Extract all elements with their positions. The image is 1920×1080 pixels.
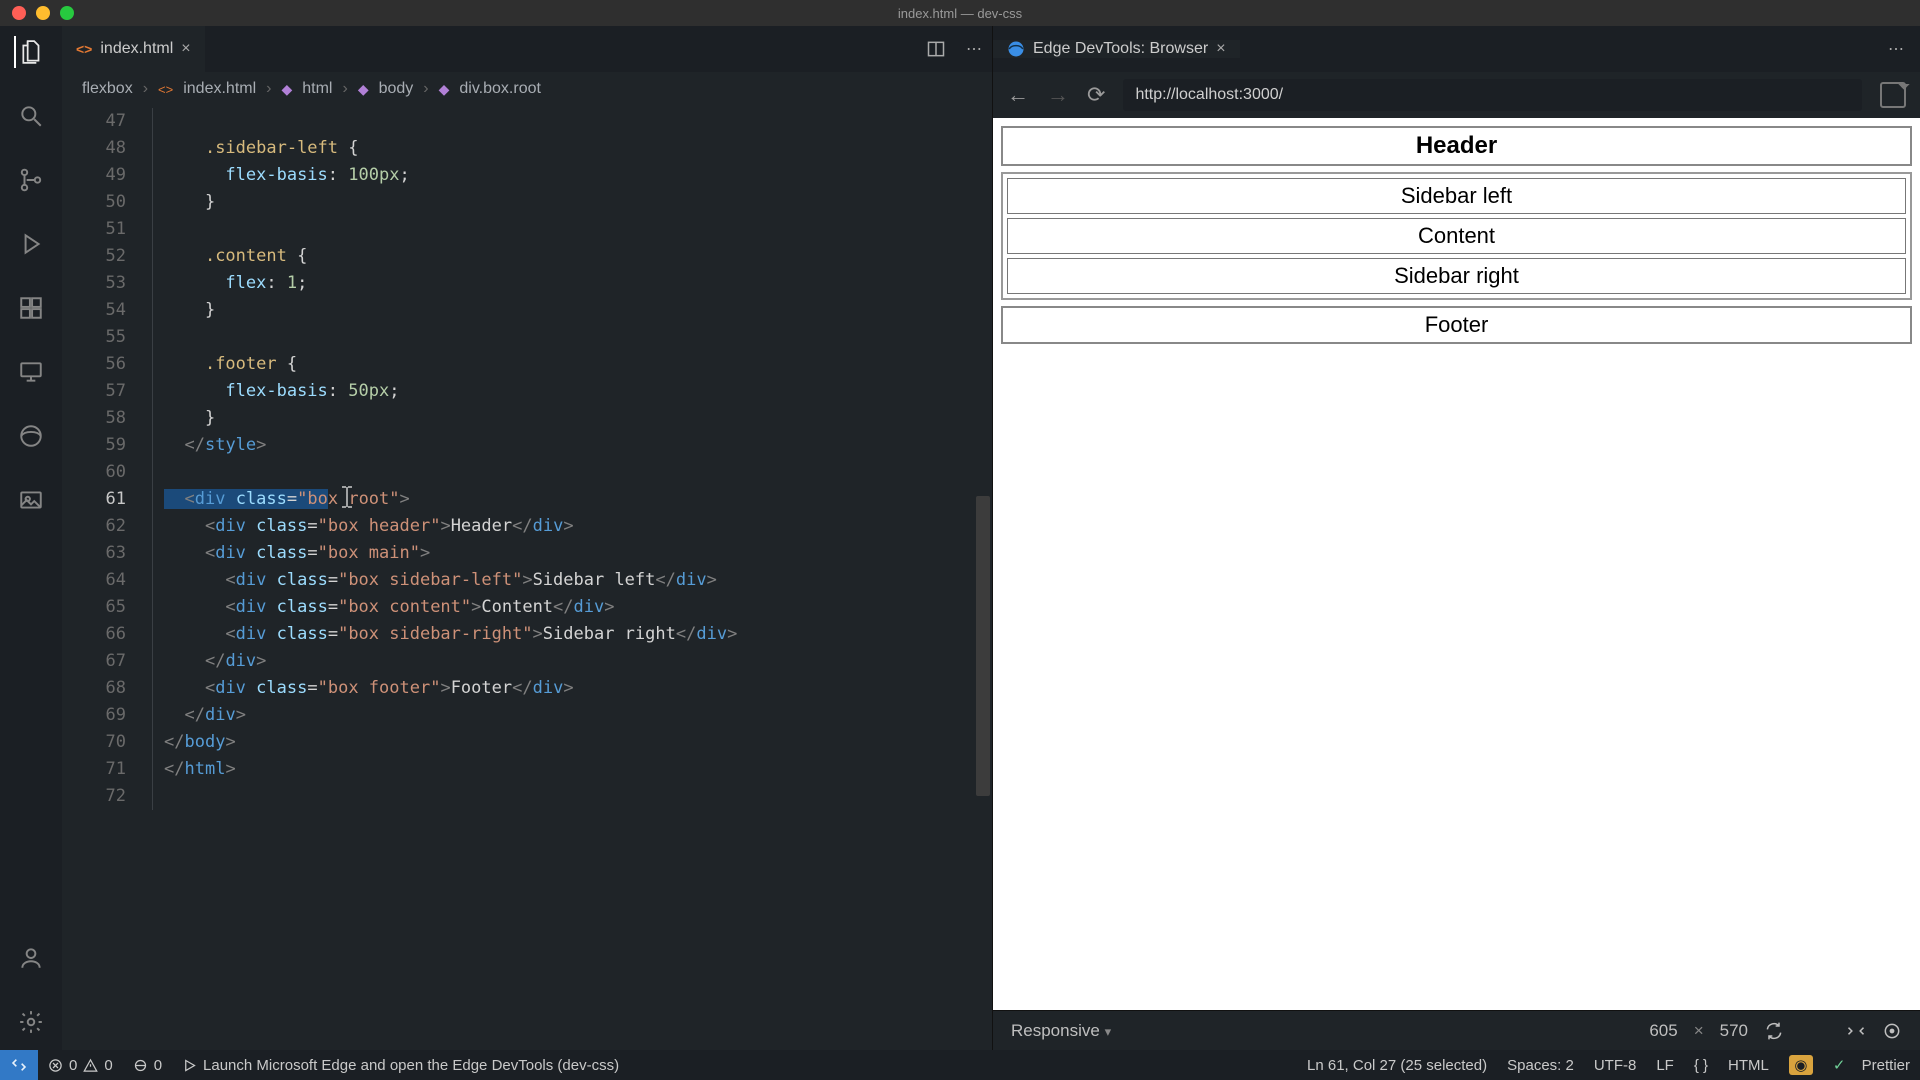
tab-label: index.html — [100, 40, 173, 58]
html-file-icon: <> — [158, 82, 173, 97]
symbol-icon: ◆ — [439, 81, 450, 98]
image-preview-icon[interactable] — [15, 484, 47, 516]
devtools-footer: Responsive ▾ 605 × 570 — [993, 1010, 1920, 1050]
tab-close-icon[interactable]: × — [1216, 40, 1225, 58]
launch-edge-button[interactable]: Launch Microsoft Edge and open the Edge … — [172, 1057, 629, 1074]
files-icon[interactable] — [14, 36, 46, 68]
breadcrumb-symbol[interactable]: html — [302, 80, 332, 98]
ports-count[interactable]: 0 — [123, 1057, 172, 1074]
more-actions-icon[interactable]: ⋯ — [956, 26, 992, 72]
prettier-status[interactable]: ✓ Prettier — [1823, 1056, 1920, 1074]
page-preview: Header Sidebar left Content Sidebar righ… — [993, 118, 1920, 1010]
split-editor-icon[interactable] — [916, 26, 956, 72]
more-actions-icon[interactable]: ⋯ — [1872, 39, 1920, 59]
encoding[interactable]: UTF-8 — [1584, 1057, 1647, 1074]
search-icon[interactable] — [15, 100, 47, 132]
titlebar: index.html — dev-css — [0, 0, 1920, 26]
preview-main: Sidebar left Content Sidebar right — [1001, 172, 1912, 300]
tab-index-html[interactable]: <> index.html × — [62, 26, 205, 72]
settings-gear-icon[interactable] — [15, 1006, 47, 1038]
dimension-x-icon: × — [1694, 1021, 1704, 1041]
breadcrumb-symbol[interactable]: div.box.root — [459, 80, 541, 98]
url-text: http://localhost:3000/ — [1135, 86, 1283, 104]
devtools-tabbar: Edge DevTools: Browser × ⋯ — [993, 26, 1920, 72]
reload-button[interactable]: ⟳ — [1087, 82, 1105, 108]
traffic-zoom[interactable] — [60, 6, 74, 20]
activity-bar — [0, 26, 62, 1050]
preview-content: Content — [1007, 218, 1906, 254]
symbol-icon: ◆ — [358, 81, 369, 98]
text-cursor-icon — [340, 486, 354, 508]
devtools-panel: Edge DevTools: Browser × ⋯ ← → ⟳ http://… — [992, 26, 1920, 1050]
line-gutter: 4748495051525354555657585960616263646566… — [62, 106, 140, 1050]
editor-group: <> index.html × ⋯ flexbox › <> index.htm… — [62, 26, 992, 1050]
edge-tools-icon[interactable] — [15, 420, 47, 452]
edge-icon — [1007, 40, 1025, 58]
html-file-icon: <> — [76, 41, 92, 57]
indent-setting[interactable]: Spaces: 2 — [1497, 1057, 1584, 1074]
chevron-right-icon: › — [143, 80, 148, 98]
tab-edge-devtools[interactable]: Edge DevTools: Browser × — [993, 40, 1240, 58]
rotate-icon[interactable] — [1764, 1021, 1784, 1041]
preview-footer: Footer — [1001, 306, 1912, 344]
symbol-icon: ◆ — [281, 81, 292, 98]
account-icon[interactable] — [15, 942, 47, 974]
chevron-right-icon: › — [423, 80, 428, 98]
editor-tabbar: <> index.html × ⋯ — [62, 26, 992, 72]
preview-header: Header — [1001, 126, 1912, 166]
traffic-close[interactable] — [12, 6, 26, 20]
remote-explorer-icon[interactable] — [15, 356, 47, 388]
remote-indicator[interactable] — [0, 1050, 38, 1080]
code-editor[interactable]: 4748495051525354555657585960616263646566… — [62, 106, 992, 1050]
lang-brackets-icon[interactable]: { } — [1684, 1057, 1718, 1074]
status-bar: 0 0 0 Launch Microsoft Edge and open the… — [0, 1050, 1920, 1080]
source-control-icon[interactable] — [15, 164, 47, 196]
inspect-icon[interactable] — [1882, 1021, 1902, 1041]
open-external-icon[interactable] — [1880, 82, 1906, 108]
chevron-right-icon: › — [266, 80, 271, 98]
preview-sidebar-left: Sidebar left — [1007, 178, 1906, 214]
cursor-position[interactable]: Ln 61, Col 27 (25 selected) — [1297, 1057, 1497, 1074]
url-input[interactable]: http://localhost:3000/ — [1123, 79, 1862, 111]
screencast-icon[interactable] — [1846, 1021, 1866, 1041]
tab-close-icon[interactable]: × — [181, 40, 190, 58]
language-mode[interactable]: HTML — [1718, 1057, 1779, 1074]
run-debug-icon[interactable] — [15, 228, 47, 260]
traffic-minimize[interactable] — [36, 6, 50, 20]
browser-toolbar: ← → ⟳ http://localhost:3000/ — [993, 72, 1920, 118]
chevron-right-icon: › — [342, 80, 347, 98]
responsive-mode[interactable]: Responsive ▾ — [1011, 1021, 1111, 1041]
viewport-height[interactable]: 570 — [1720, 1021, 1748, 1041]
breadcrumbs[interactable]: flexbox › <> index.html › ◆ html › ◆ bod… — [62, 72, 992, 106]
breadcrumb-symbol[interactable]: body — [379, 80, 414, 98]
extensions-icon[interactable] — [15, 292, 47, 324]
scrollbar-thumb[interactable] — [976, 496, 990, 796]
scrollbar[interactable] — [974, 106, 992, 1050]
breadcrumb-folder[interactable]: flexbox — [82, 80, 133, 98]
eol[interactable]: LF — [1646, 1057, 1684, 1074]
forward-button[interactable]: → — [1047, 82, 1069, 108]
window-title: index.html — dev-css — [898, 6, 1022, 21]
breadcrumb-file[interactable]: index.html — [183, 80, 256, 98]
back-button[interactable]: ← — [1007, 82, 1029, 108]
viewport-width[interactable]: 605 — [1649, 1021, 1677, 1041]
devtools-tab-label: Edge DevTools: Browser — [1033, 40, 1208, 58]
preview-sidebar-right: Sidebar right — [1007, 258, 1906, 294]
errors-count[interactable]: 0 0 — [38, 1057, 123, 1074]
code-text[interactable]: .sidebar-left { flex-basis: 100px; } .co… — [140, 106, 992, 1050]
notifications-bell-icon[interactable]: ◉ — [1779, 1055, 1823, 1075]
